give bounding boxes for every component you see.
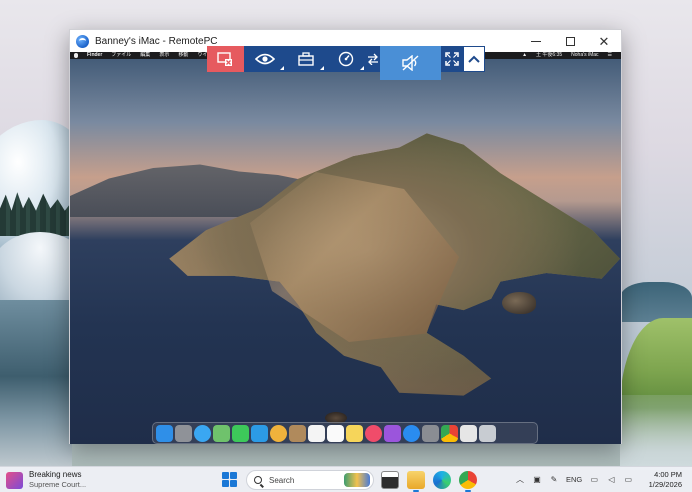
- windows-logo-icon: [230, 472, 237, 479]
- performance-caret-icon: [359, 66, 364, 70]
- mac-menu-edit[interactable]: 編集: [140, 52, 150, 59]
- chevron-up-icon[interactable]: ︿: [515, 474, 525, 484]
- music-icon[interactable]: [365, 424, 382, 442]
- system-tray: ︿ ▣ ✎ ENG ▭ ◁ ▭: [515, 474, 633, 484]
- view-caret-icon: [280, 66, 285, 70]
- window-title: Banney's iMac - RemotePC: [95, 35, 218, 47]
- mac-status-icon[interactable]: ▲: [522, 52, 527, 59]
- mac-clock: 土 午後6:35: [536, 52, 563, 58]
- actions-caret-icon: [320, 66, 325, 70]
- disconnect-icon: [217, 52, 233, 66]
- bluetooth-devices-icon[interactable]: ▣: [532, 474, 542, 484]
- start-button[interactable]: [222, 472, 237, 487]
- launchpad-icon[interactable]: [175, 424, 192, 442]
- podcasts-icon[interactable]: [384, 424, 401, 442]
- contacts-icon[interactable]: [289, 424, 306, 442]
- volume-muted-icon[interactable]: ◁: [606, 474, 616, 484]
- windows-logo-icon: [222, 472, 229, 479]
- documents-icon[interactable]: [460, 424, 477, 442]
- edge-icon[interactable]: [433, 471, 451, 489]
- wallpaper-lake: [620, 282, 692, 322]
- wallpaper-water-right: [620, 395, 692, 470]
- mac-dock: [152, 422, 538, 444]
- maximize-button[interactable]: [553, 30, 587, 52]
- windows-logo-icon: [222, 480, 229, 487]
- close-button[interactable]: ✕: [587, 30, 621, 52]
- mac-menu-finder[interactable]: Finder: [87, 52, 102, 59]
- maximize-icon: [565, 36, 575, 46]
- mac-control-center-icon[interactable]: ☰: [608, 52, 612, 59]
- news-widget[interactable]: Breaking news Supreme Court...: [6, 470, 86, 490]
- reminders-icon[interactable]: [327, 424, 344, 442]
- window-controls: ✕: [519, 30, 621, 52]
- eye-icon: [255, 53, 276, 65]
- taskbar-apps: [381, 471, 477, 492]
- remote-desktop-screen[interactable]: Finder ファイル 編集 表示 移動 ウイン ▲ 土 午後6:35 Noha…: [70, 52, 621, 444]
- app-store-icon[interactable]: [403, 424, 420, 442]
- mac-menu-file[interactable]: ファイル: [111, 52, 131, 59]
- battery-icon[interactable]: ▭: [623, 474, 633, 484]
- safari-icon[interactable]: [194, 424, 211, 442]
- sound-button[interactable]: [379, 46, 442, 80]
- search-placeholder: Search: [269, 475, 295, 485]
- performance-button[interactable]: [326, 46, 366, 72]
- collapse-toolbar-button[interactable]: [463, 46, 486, 72]
- wallpaper-rock: [502, 292, 536, 314]
- full-screen-button[interactable]: [441, 46, 464, 72]
- apple-menu-icon[interactable]: [74, 53, 78, 58]
- close-icon: ✕: [598, 33, 610, 49]
- notes-icon[interactable]: [346, 424, 363, 442]
- remotepc-toolbar: [207, 46, 486, 80]
- mac-menu-go[interactable]: 移動: [178, 52, 188, 59]
- news-subtitle: Supreme Court...: [29, 480, 87, 489]
- photos-icon[interactable]: [270, 424, 287, 442]
- file-explorer-icon[interactable]: [381, 471, 399, 489]
- maps-icon[interactable]: [213, 424, 230, 442]
- mac-menu-view[interactable]: 表示: [159, 52, 169, 59]
- minimize-icon: [531, 40, 541, 42]
- taskbar-clock[interactable]: 4:00 PM 1/29/2026: [649, 470, 682, 490]
- news-icon: [6, 471, 23, 489]
- wallpaper-water-left: [0, 300, 72, 470]
- system-preferences-icon[interactable]: [422, 424, 439, 442]
- mac-menu-status: ▲ 土 午後6:35 Noha's iMac ☰: [522, 52, 621, 59]
- windows-logo-icon: [230, 480, 237, 487]
- file-transfer-button[interactable]: [365, 46, 380, 72]
- remotepc-window[interactable]: Banney's iMac - RemotePC ✕ Finder ファイル 編…: [69, 29, 622, 444]
- taskbar-search[interactable]: Search: [246, 470, 374, 490]
- chrome-icon[interactable]: [459, 471, 477, 492]
- search-highlight-icon: [344, 473, 370, 487]
- messages-icon[interactable]: [232, 424, 249, 442]
- chevron-up-icon: [468, 55, 480, 63]
- search-icon: [254, 476, 262, 484]
- speaker-muted-icon: [401, 55, 419, 71]
- clock-date: 1/29/2026: [648, 480, 682, 489]
- news-title: Breaking news: [29, 470, 82, 479]
- finder-icon[interactable]: [156, 424, 173, 442]
- gauge-icon: [338, 51, 354, 67]
- network-icon[interactable]: ▭: [589, 474, 599, 484]
- facetime-icon[interactable]: [251, 424, 268, 442]
- news-text: Breaking news Supreme Court...: [29, 470, 86, 490]
- mac-user-name[interactable]: Noha's iMac: [571, 52, 598, 59]
- trash-icon[interactable]: [479, 424, 496, 442]
- remotepc-logo-icon: [76, 34, 89, 48]
- clock-time: 4:00 PM: [654, 470, 682, 479]
- toolbox-icon: [298, 52, 314, 66]
- chrome-icon[interactable]: [441, 424, 458, 442]
- pen-icon[interactable]: ✎: [549, 474, 559, 484]
- folder-icon[interactable]: [407, 471, 425, 492]
- transfer-arrows-icon: [367, 53, 378, 65]
- disconnect-button[interactable]: [207, 46, 244, 72]
- actions-button[interactable]: [286, 46, 327, 72]
- windows-taskbar: Breaking news Supreme Court... Search ︿ …: [0, 466, 692, 492]
- expand-icon: [445, 52, 459, 66]
- language-indicator[interactable]: ENG: [566, 475, 582, 484]
- minimize-button[interactable]: [519, 30, 553, 52]
- view-button[interactable]: [243, 46, 287, 72]
- calendar-icon[interactable]: [308, 424, 325, 442]
